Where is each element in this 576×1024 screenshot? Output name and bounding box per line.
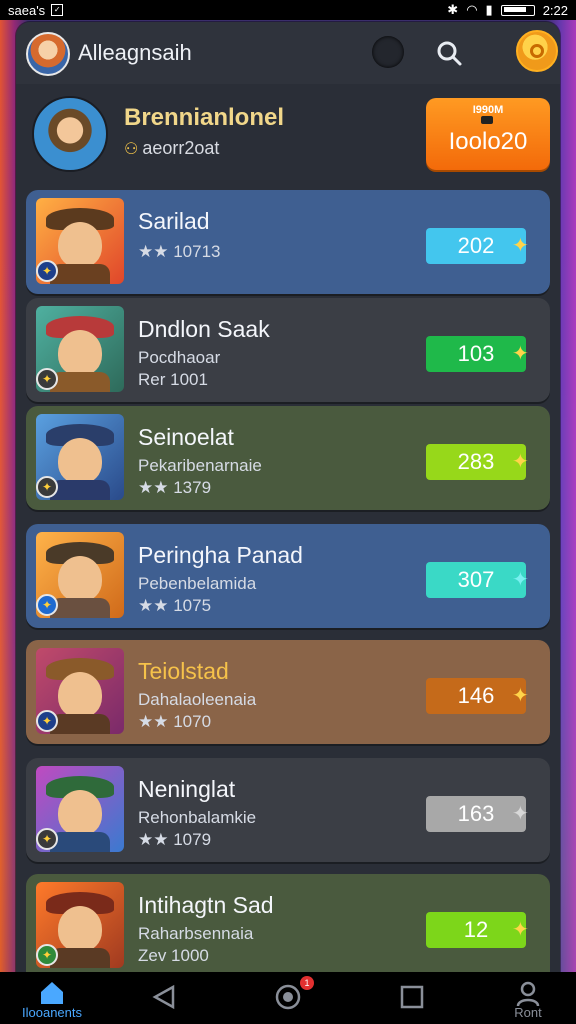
badge-top-label: I990M	[472, 104, 504, 116]
item-thumbnail: ✦	[36, 414, 124, 500]
nav-home-label: Ilooanents	[22, 1005, 82, 1020]
item-subtitle: Pocdhaoar	[138, 348, 221, 367]
item-score[interactable]: 163	[426, 796, 526, 832]
arrow-icon: ✦	[512, 569, 529, 591]
item-score[interactable]: 307	[426, 562, 526, 598]
item-thumbnail: ✦	[36, 532, 124, 618]
profile-subtitle-text: aeorr2oat	[142, 138, 220, 158]
item-thumbnail: ✦	[36, 198, 124, 284]
item-score[interactable]: 202	[426, 228, 526, 264]
battery-icon	[500, 4, 535, 16]
status-bar: saea's ✓ ✱ ◠ ▮ 2:22	[0, 0, 576, 20]
item-title: Intihagtn Sad	[138, 892, 274, 918]
arrow-icon: ✦	[512, 685, 529, 707]
item-thumbnail: ✦	[36, 306, 124, 392]
item-score[interactable]: 283	[426, 444, 526, 480]
list-item[interactable]: ✦ Teiolstad Dahalaoleenaia ★★ 1070 146 ✦	[26, 640, 550, 744]
item-subtitle: Raharbsennaia	[138, 924, 254, 943]
badge-mark-icon	[481, 116, 493, 124]
item-title: Seinoelat	[138, 424, 234, 450]
toggle-dot[interactable]	[372, 36, 404, 68]
leaderboard-panel: Alleagnsaih Brennianlonel ⚇ aeorr2oat I9…	[16, 22, 560, 972]
item-title: Teiolstad	[138, 658, 229, 684]
status-left-text: saea's	[8, 2, 46, 18]
profile-badge-button[interactable]: I990M Ioolo20	[426, 98, 550, 170]
item-score[interactable]: 12	[426, 912, 526, 948]
app-avatar[interactable]	[26, 32, 70, 76]
nav-back[interactable]: 1	[124, 972, 314, 1024]
wifi-icon: ◠	[466, 2, 478, 17]
item-title: Peringha Panad	[138, 542, 303, 568]
status-time: 2:22	[542, 2, 568, 18]
item-subtitle-2: ★★ 1079	[138, 830, 212, 849]
link-icon: ⚇	[124, 140, 139, 158]
list-item[interactable]: ✦ Sarilad ★★ 10713 202 ✦	[26, 190, 550, 294]
item-badge-icon: ✦	[36, 476, 58, 498]
arrow-icon: ✦	[512, 235, 529, 257]
item-title: Sarilad	[138, 208, 210, 234]
nav-profile-label: Ront	[514, 1005, 542, 1020]
bottom-nav: Ilooanents 1 Ront	[0, 972, 576, 1024]
item-subtitle-2: Rer 1001	[138, 370, 208, 389]
nav-home[interactable]: Ilooanents	[12, 972, 92, 1024]
list-item[interactable]: ✦ Neninglat Rehonbalamkie ★★ 1079 163 ✦	[26, 758, 550, 862]
profile-name: Brennianlonel	[124, 104, 285, 131]
item-badge-icon: ✦	[36, 944, 58, 966]
item-badge-icon: ✦	[36, 594, 58, 616]
user-icon	[516, 981, 540, 1007]
item-thumbnail: ✦	[36, 648, 124, 734]
badge-value: Ioolo20	[448, 128, 528, 155]
item-subtitle: Pebenbelamida	[138, 574, 257, 593]
home-icon	[41, 982, 63, 1004]
item-subtitle-2: Zev 1000	[138, 946, 209, 965]
arrow-icon: ✦	[512, 919, 529, 941]
item-score[interactable]: 146	[426, 678, 526, 714]
item-score[interactable]: 103	[426, 336, 526, 372]
coin-button[interactable]	[516, 30, 558, 72]
arrow-icon: ✦	[512, 343, 529, 365]
profile-avatar	[32, 96, 108, 172]
item-subtitle-2: ★★ 1070	[138, 712, 212, 731]
item-title: Dndlon Saak	[138, 316, 270, 342]
item-badge-icon: ✦	[36, 710, 58, 732]
item-title: Neninglat	[138, 776, 236, 802]
item-subtitle: Rehonbalamkie	[138, 808, 257, 827]
list-item[interactable]: ✦ Intihagtn Sad Raharbsennaia Zev 1000 1…	[26, 874, 550, 972]
item-thumbnail: ✦	[36, 882, 124, 968]
nav-home-button[interactable]	[248, 972, 328, 1024]
item-thumbnail: ✦	[36, 766, 124, 852]
search-icon[interactable]	[434, 38, 464, 68]
nav-recent[interactable]	[372, 972, 452, 1024]
nav-profile[interactable]: Ront	[488, 972, 568, 1024]
list-item[interactable]: ✦ Seinoelat Pekaribenarnaie ★★ 1379 283 …	[26, 406, 550, 510]
profile-card[interactable]: Brennianlonel ⚇ aeorr2oat I990M Ioolo20	[16, 88, 560, 184]
item-badge-icon: ✦	[36, 260, 58, 282]
item-subtitle: Dahalaoleenaia	[138, 690, 257, 709]
bluetooth-icon: ✱	[447, 2, 459, 17]
item-subtitle: ★★ 10713	[138, 242, 221, 261]
square-icon	[400, 985, 424, 1009]
circle-icon	[275, 984, 301, 1010]
list-item[interactable]: ✦ Peringha Panad Pebenbelamida ★★ 1075 3…	[26, 524, 550, 628]
item-badge-icon: ✦	[36, 368, 58, 390]
arrow-icon: ✦	[512, 803, 529, 825]
notification-icon: ✓	[51, 4, 64, 16]
profile-subtitle: ⚇ aeorr2oat	[124, 138, 219, 159]
list-item[interactable]: ✦ Dndlon Saak Pocdhaoar Rer 1001 103 ✦	[26, 298, 550, 402]
signal-icon: ▮	[485, 2, 493, 17]
arrow-icon: ✦	[512, 451, 529, 473]
app-title: Alleagnsaih	[78, 40, 192, 65]
back-icon	[152, 984, 175, 1010]
item-subtitle-2: ★★ 1075	[138, 596, 212, 615]
item-subtitle-2: ★★ 1379	[138, 478, 212, 497]
item-badge-icon: ✦	[36, 828, 58, 850]
app-header: Alleagnsaih	[16, 22, 560, 84]
item-subtitle: Pekaribenarnaie	[138, 456, 262, 475]
